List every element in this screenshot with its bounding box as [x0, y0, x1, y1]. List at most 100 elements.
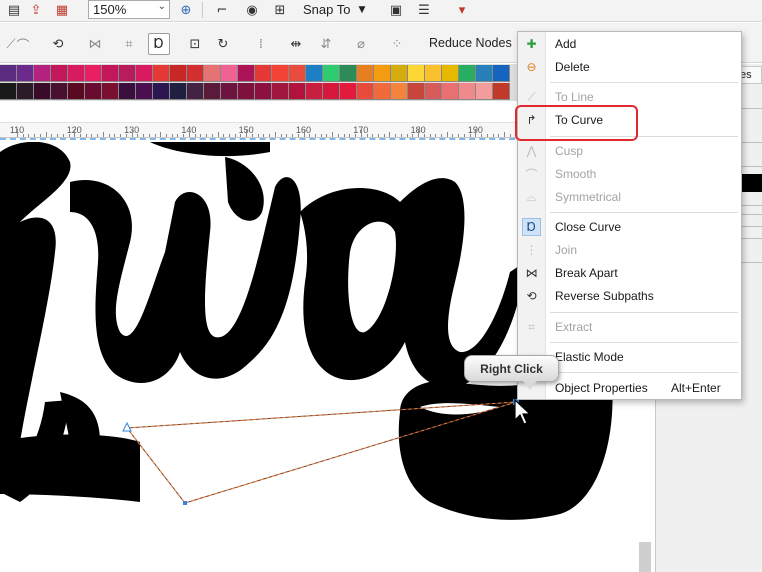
color-swatch[interactable] — [459, 65, 476, 82]
color-swatch[interactable] — [408, 83, 425, 100]
color-swatch[interactable] — [153, 65, 170, 82]
color-swatch[interactable] — [34, 83, 51, 100]
color-swatch[interactable] — [204, 65, 221, 82]
color-swatch[interactable] — [289, 65, 306, 82]
color-swatch[interactable] — [476, 65, 493, 82]
color-swatch[interactable] — [442, 65, 459, 82]
color-swatch[interactable] — [323, 83, 340, 100]
color-swatch[interactable] — [391, 83, 408, 100]
color-swatch[interactable] — [408, 65, 425, 82]
color-swatch[interactable] — [170, 65, 187, 82]
color-swatch[interactable] — [476, 83, 493, 100]
color-swatch[interactable] — [119, 83, 136, 100]
menu-item-label: Smooth — [555, 167, 597, 181]
color-swatch[interactable] — [0, 65, 17, 82]
color-swatch[interactable] — [85, 65, 102, 82]
color-swatch[interactable] — [493, 83, 510, 100]
save-icon[interactable]: ▤ — [4, 1, 24, 20]
color-swatch[interactable] — [68, 65, 85, 82]
color-swatch[interactable] — [51, 65, 68, 82]
color-swatch[interactable] — [306, 83, 323, 100]
color-swatch[interactable] — [187, 65, 204, 82]
color-swatch[interactable] — [102, 83, 119, 100]
menu-item-symmetrical[interactable]: ⌓ Symmetrical — [518, 186, 741, 208]
reverse-direction-icon[interactable]: ⟲ — [47, 33, 69, 55]
color-swatch[interactable] — [255, 65, 272, 82]
color-swatch[interactable] — [357, 65, 374, 82]
snap-to-button[interactable]: Snap To ▼ — [303, 0, 365, 19]
export-icon[interactable]: ⇪ — [26, 1, 46, 20]
options-icon[interactable]: ▣ — [386, 1, 406, 20]
close-curve-icon[interactable]: Ɒ — [148, 33, 170, 55]
color-swatch[interactable] — [85, 83, 102, 100]
menu-item-reverse-subpaths[interactable]: ⟲ Reverse Subpaths — [518, 285, 741, 307]
color-swatch[interactable] — [272, 65, 289, 82]
color-swatch[interactable] — [221, 83, 238, 100]
color-swatch[interactable] — [255, 83, 272, 100]
extend-curve-icon[interactable]: ⋈ — [84, 33, 106, 55]
scrollbar-thumb[interactable] — [639, 542, 651, 572]
zoom-combo[interactable]: 150% ⌄ — [88, 0, 170, 19]
color-swatch[interactable] — [374, 83, 391, 100]
ruler-tick — [269, 134, 271, 137]
wireframe-icon[interactable]: ⊞ — [270, 1, 290, 20]
elastic-mode-icon[interactable]: ⌀ — [350, 33, 372, 55]
color-swatch[interactable] — [272, 83, 289, 100]
color-swatch[interactable] — [170, 83, 187, 100]
pdf-icon[interactable]: ▦ — [52, 1, 72, 20]
color-swatch[interactable] — [493, 65, 510, 82]
color-swatch[interactable] — [0, 83, 17, 100]
menu-item-add[interactable]: ✚ Add — [518, 33, 741, 55]
color-swatch[interactable] — [136, 65, 153, 82]
color-swatch[interactable] — [221, 65, 238, 82]
stretch-nodes-icon[interactable]: ⊡ — [184, 33, 206, 55]
color-swatch[interactable] — [68, 83, 85, 100]
launch-icon[interactable]: ▾ — [452, 1, 472, 20]
color-swatch[interactable] — [340, 65, 357, 82]
color-swatch[interactable] — [340, 83, 357, 100]
menu-item-break-apart[interactable]: ⋈ Break Apart — [518, 262, 741, 284]
color-swatch[interactable] — [289, 83, 306, 100]
rulers-icon[interactable]: ⌐ — [212, 1, 232, 20]
fit-icon[interactable]: ⊕ — [176, 1, 196, 20]
color-swatch[interactable] — [391, 65, 408, 82]
menu-item-close-curve[interactable]: Ɒ Close Curve — [518, 216, 741, 238]
color-swatch[interactable] — [153, 83, 170, 100]
color-swatch[interactable] — [238, 65, 255, 82]
smooth-node-icon[interactable]: ⌒ — [12, 33, 34, 55]
menu-item-extract[interactable]: ⌗ Extract — [518, 316, 741, 338]
color-swatch[interactable] — [187, 83, 204, 100]
color-swatch[interactable] — [357, 83, 374, 100]
color-swatch[interactable] — [119, 65, 136, 82]
select-all-nodes-icon[interactable]: ⁘ — [386, 33, 408, 55]
menu-item-cusp[interactable]: ⋀ Cusp — [518, 140, 741, 162]
menu-item-join[interactable]: ⋮ Join — [518, 239, 741, 261]
color-swatch[interactable] — [442, 83, 459, 100]
color-swatch[interactable] — [425, 83, 442, 100]
color-swatch[interactable] — [204, 83, 221, 100]
rotate-nodes-icon[interactable]: ↻ — [212, 33, 234, 55]
color-swatch[interactable] — [34, 65, 51, 82]
mirror-vertical-icon[interactable]: ⇵ — [315, 33, 337, 55]
color-swatch[interactable] — [238, 83, 255, 100]
view-icon[interactable]: ◉ — [242, 1, 262, 20]
color-swatch[interactable] — [51, 83, 68, 100]
color-swatch[interactable] — [323, 65, 340, 82]
menu-item-delete[interactable]: ⊖ Delete — [518, 56, 741, 78]
color-swatch[interactable] — [306, 65, 323, 82]
color-swatch[interactable] — [102, 65, 119, 82]
color-swatch[interactable] — [374, 65, 391, 82]
color-swatch[interactable] — [17, 83, 34, 100]
color-swatch[interactable] — [459, 83, 476, 100]
reverse-subpaths-icon: ⟲ — [526, 289, 537, 303]
reduce-nodes-button[interactable]: Reduce Nodes — [429, 36, 512, 50]
color-swatch[interactable] — [425, 65, 442, 82]
extract-subpath-icon[interactable]: ⌗ — [118, 33, 140, 55]
color-swatch[interactable] — [136, 83, 153, 100]
color-swatch[interactable] — [17, 65, 34, 82]
settings-icon[interactable]: ☰ — [414, 1, 434, 20]
align-nodes-icon[interactable]: ⁞ — [250, 33, 272, 55]
menu-item-smooth[interactable]: ⌒ Smooth — [518, 163, 741, 185]
mirror-horizontal-icon[interactable]: ⇹ — [285, 33, 307, 55]
color-swatch[interactable] — [740, 174, 762, 192]
